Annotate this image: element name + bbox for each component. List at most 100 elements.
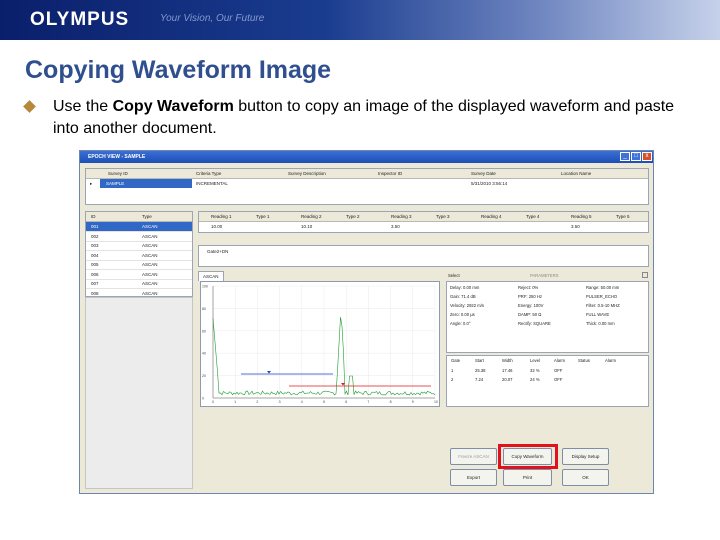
gate-cell: 7.24 xyxy=(475,377,484,382)
survey-row[interactable]: ▸ SAMPLE INCREMENTAL 5/31/2010 3:56:14 xyxy=(86,179,648,188)
gate-cell: 2 xyxy=(451,377,454,382)
x-tick-label: 6 xyxy=(345,400,347,404)
gate-header: Alarm xyxy=(554,358,565,363)
col-survey-date: Survey Date xyxy=(471,171,496,176)
id-cell: 004 xyxy=(91,252,99,258)
col-location-name: Location Name xyxy=(561,171,592,176)
y-tick-label: 20 xyxy=(202,374,206,378)
readings-header: Type 4 xyxy=(526,214,540,219)
id-cell: 001 xyxy=(91,224,99,229)
y-tick-label: 60 xyxy=(202,329,206,333)
col-inspector-id: Inspector ID xyxy=(378,171,403,176)
type-cell: ASCAN xyxy=(142,243,158,248)
x-tick-label: 2 xyxy=(256,400,258,404)
parameter-value: Angle: 0.0° xyxy=(450,321,471,326)
id-cell: 008 xyxy=(91,290,99,296)
col-id: ID xyxy=(91,214,96,219)
parameter-value: PRF: 250 Hz xyxy=(518,294,542,299)
x-tick-label: 8 xyxy=(390,400,392,404)
maximize-button[interactable]: □ xyxy=(631,152,641,161)
type-cell: ASCAN xyxy=(142,252,158,258)
list-item[interactable]: 003 ASCAN xyxy=(86,241,192,251)
row-arrow-icon: ▸ xyxy=(90,181,93,186)
gate-header: Start xyxy=(475,358,484,363)
readings-header: Type 3 xyxy=(436,214,450,219)
list-item[interactable]: 008 ASCAN xyxy=(86,289,192,297)
parameter-value: DAMP: 50 Ω xyxy=(518,312,542,317)
window-title: EPOCH VIEW - SAMPLE xyxy=(88,154,146,160)
x-tick-label: 3 xyxy=(279,400,281,404)
ok-button[interactable]: OK xyxy=(562,469,609,486)
readings-cell: 10.00 xyxy=(211,224,223,229)
x-tick-label: 1 xyxy=(234,400,236,404)
readings-grid: Reading 1 Type 1 Reading 2 Type 2 Reading 3 T… xyxy=(198,211,649,233)
display-setup-button[interactable]: Display Setup xyxy=(562,448,609,465)
id-cell: 007 xyxy=(91,281,99,286)
x-tick-label: 5 xyxy=(323,400,325,404)
list-item[interactable]: 002 ASCAN xyxy=(86,232,192,242)
gate-header: Status xyxy=(578,358,590,363)
tab-ascan[interactable]: ASCAN xyxy=(198,271,224,281)
expand-icon[interactable] xyxy=(642,272,648,278)
type-cell: ASCAN xyxy=(142,290,158,296)
y-tick-label: 80 xyxy=(202,307,206,311)
readings-header: Type 1 xyxy=(256,214,270,219)
type-cell: ASCAN xyxy=(142,281,158,286)
col-criteria-type: Criteria Type xyxy=(196,171,222,176)
parameter-value: Delay: 0.00 mm xyxy=(450,285,480,290)
epoch-view-window: EPOCH VIEW - SAMPLE _ □ x Survey ID Crit… xyxy=(79,150,654,494)
type-cell: ASCAN xyxy=(142,271,158,277)
x-tick-label: 10 xyxy=(434,400,438,404)
readings-header: Type 2 xyxy=(346,214,360,219)
header-banner: OLYMPUS Your Vision, Our Future xyxy=(0,0,720,40)
x-tick-label: 7 xyxy=(367,400,369,404)
gate-cell: OFF xyxy=(554,377,563,382)
parameter-value: Range: 50.00 mm xyxy=(586,285,620,290)
y-tick-label: 0 xyxy=(202,397,204,401)
parameter-value: FULL WAVE xyxy=(586,312,610,317)
readings-row[interactable]: 10.00 10.10 3.50 3.50 xyxy=(199,222,648,231)
bullet-icon xyxy=(23,100,36,113)
gate-header: Gate xyxy=(451,358,461,363)
survey-date-cell: 5/31/2010 3:56:14 xyxy=(471,181,508,186)
parameter-value: Filter: 0.5-10 MHZ xyxy=(586,303,620,308)
list-item[interactable]: 001 ASCAN xyxy=(86,222,192,232)
id-list-empty-area xyxy=(85,297,193,489)
survey-grid: Survey ID Criteria Type Survey Descripti… xyxy=(85,168,649,205)
list-item[interactable]: 006 ASCAN xyxy=(86,270,192,280)
olympus-logo: OLYMPUS xyxy=(30,9,130,30)
parameters-panel: Delay: 0.00 mm Gain: 71.4 dB Velocity: 292… xyxy=(446,281,649,353)
list-item[interactable]: 005 ASCAN xyxy=(86,260,192,270)
gate-header: Level xyxy=(530,358,541,363)
window-titlebar[interactable]: EPOCH VIEW - SAMPLE _ □ x xyxy=(80,151,653,163)
list-item[interactable]: 007 ASCAN xyxy=(86,279,192,289)
freeze-ascan-button[interactable]: Freeze ASCAN xyxy=(450,448,497,465)
page-title: Copying Waveform Image xyxy=(25,56,332,84)
gate-cell: 24 % xyxy=(530,377,540,382)
print-button[interactable]: Print xyxy=(503,469,552,486)
export-button[interactable]: Export xyxy=(450,469,497,486)
highlight-box xyxy=(498,444,558,469)
bullet-bold: Copy Waveform xyxy=(112,98,234,115)
gate-cell: 20.07 xyxy=(502,377,513,382)
id-cell: 006 xyxy=(91,271,99,277)
survey-id-cell[interactable]: SAMPLE xyxy=(100,179,192,188)
gate-label: Gate2+DN xyxy=(207,249,229,254)
parameter-value: Zero: 0.00 µs xyxy=(450,312,475,317)
gate-1-marker xyxy=(267,371,271,374)
parameter-value: Rectify: SQUARE xyxy=(518,321,551,326)
type-cell: ASCAN xyxy=(142,262,158,267)
readings-cell: 3.50 xyxy=(391,224,400,229)
minimize-button[interactable]: _ xyxy=(620,152,630,161)
gate-cell: OFF xyxy=(554,368,563,373)
parameters-label: PARAMETERS xyxy=(530,273,559,278)
close-button[interactable]: x xyxy=(642,152,652,161)
readings-cell: 10.10 xyxy=(301,224,313,229)
parameter-value: Thick: 0.00 mm xyxy=(586,321,615,326)
parameter-value: Velocity: 2922 m/s xyxy=(450,303,484,308)
gate-header: Alarm xyxy=(605,358,616,363)
readings-header: Reading 5 xyxy=(571,214,592,219)
list-item[interactable]: 004 ASCAN xyxy=(86,251,192,261)
readings-cell: 3.50 xyxy=(571,224,580,229)
parameter-value: Energy: 100V xyxy=(518,303,544,308)
